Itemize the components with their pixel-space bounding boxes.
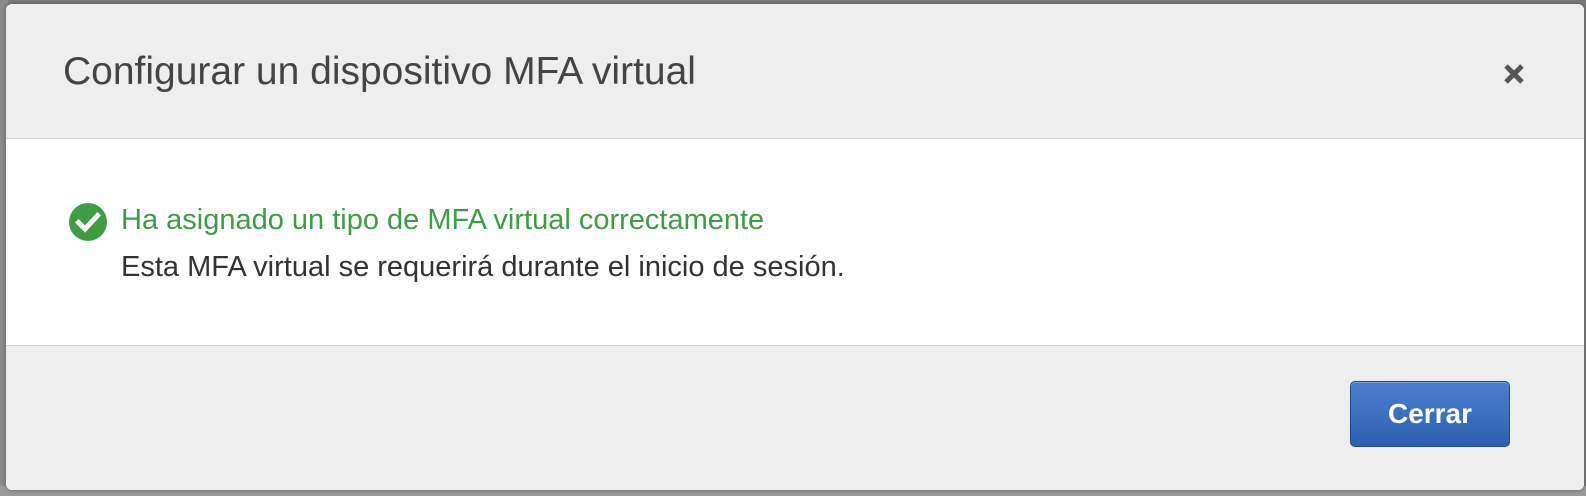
cerrar-button[interactable]: Cerrar xyxy=(1350,381,1510,447)
close-x-glyph xyxy=(1504,64,1524,84)
mfa-modal-dialog: Configurar un dispositivo MFA virtual Ha… xyxy=(6,4,1584,490)
modal-header: Configurar un dispositivo MFA virtual xyxy=(6,4,1584,139)
close-icon[interactable] xyxy=(1496,56,1532,92)
success-message-description: Esta MFA virtual se requerirá durante el… xyxy=(121,251,845,283)
success-message-title: Ha asignado un tipo de MFA virtual corre… xyxy=(121,204,765,236)
modal-title: Configurar un dispositivo MFA virtual xyxy=(63,50,696,93)
check-circle-icon xyxy=(69,203,107,241)
modal-body: Ha asignado un tipo de MFA virtual corre… xyxy=(6,139,1584,345)
modal-footer: Cerrar xyxy=(6,345,1584,490)
